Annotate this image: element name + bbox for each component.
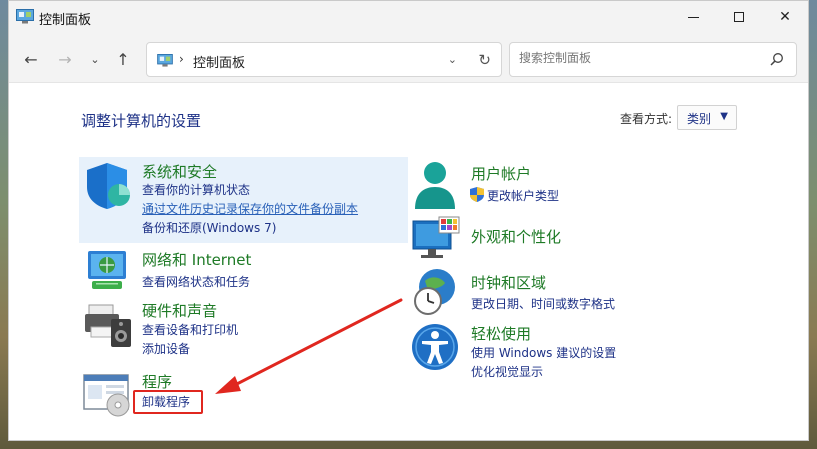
search-icon[interactable]: [770, 52, 784, 66]
category-network-internet[interactable]: 网络和 Internet: [142, 249, 251, 270]
accessibility-icon[interactable]: [411, 323, 459, 371]
category-system-security[interactable]: 系统和安全: [142, 161, 217, 182]
link-windows-suggested-settings[interactable]: 使用 Windows 建议的设置: [471, 344, 616, 361]
search-box[interactable]: [509, 42, 797, 77]
link-devices-printers[interactable]: 查看设备和打印机: [142, 321, 238, 338]
address-bar[interactable]: › 控制面板 ⌄ ↻: [146, 42, 502, 77]
control-panel-icon: [157, 54, 173, 67]
search-input[interactable]: [519, 51, 759, 65]
page-heading: 调整计算机的设置: [81, 112, 202, 130]
link-change-date-time-format[interactable]: 更改日期、时间或数字格式: [471, 295, 615, 312]
arrow-left-icon: ←: [24, 49, 38, 69]
link-change-account-type[interactable]: 更改帐户类型: [487, 187, 559, 204]
breadcrumb-control-panel[interactable]: 控制面板: [193, 52, 245, 71]
view-by-label: 查看方式:: [620, 112, 673, 126]
appearance-monitor-icon[interactable]: [411, 215, 461, 261]
programs-disc-icon[interactable]: [82, 371, 134, 417]
address-dropdown-icon[interactable]: ⌄: [448, 53, 457, 66]
back-button[interactable]: ←: [19, 47, 43, 71]
network-globe-icon[interactable]: [84, 247, 130, 293]
user-account-icon[interactable]: [412, 159, 458, 211]
link-file-history-backup[interactable]: 通过文件历史记录保存你的文件备份副本: [142, 200, 358, 217]
category-ease-of-access[interactable]: 轻松使用: [471, 323, 531, 344]
chevron-down-icon: ⌄: [90, 52, 100, 66]
close-button[interactable]: ✕: [762, 1, 808, 33]
view-by-value: 类别: [687, 112, 712, 126]
clock-globe-icon[interactable]: [411, 267, 459, 317]
category-clock-region[interactable]: 时钟和区域: [471, 272, 546, 293]
title-bar: 控制面板 ✕: [9, 1, 808, 33]
link-network-status[interactable]: 查看网络状态和任务: [142, 273, 250, 290]
maximize-button[interactable]: [716, 1, 762, 33]
category-user-accounts[interactable]: 用户帐户: [471, 163, 531, 184]
close-icon: ✕: [779, 9, 791, 25]
category-programs[interactable]: 程序: [142, 371, 172, 392]
link-backup-restore-win7[interactable]: 备份和还原(Windows 7): [142, 219, 276, 236]
forward-button[interactable]: →: [53, 47, 77, 71]
refresh-icon[interactable]: ↻: [478, 51, 491, 69]
up-button[interactable]: ↑: [111, 47, 135, 71]
window-title: 控制面板: [39, 13, 92, 28]
uac-shield-icon: [470, 187, 484, 202]
arrow-right-icon: →: [58, 49, 72, 69]
annotation-highlight-box: [133, 390, 203, 414]
category-appearance-personalization[interactable]: 外观和个性化: [471, 226, 561, 247]
control-panel-icon: [16, 9, 34, 24]
dropdown-caret-icon: ▼: [720, 111, 728, 122]
minimize-button[interactable]: [670, 1, 716, 33]
link-add-device[interactable]: 添加设备: [142, 340, 190, 357]
control-panel-window: 控制面板 ✕ ← → ⌄ ↑ › 控制面板 ⌄ ↻ 搜索控制面板 调整计算机的设…: [8, 0, 809, 441]
arrow-up-icon: ↑: [116, 49, 130, 69]
recent-locations-button[interactable]: ⌄: [83, 47, 107, 71]
maximize-icon: [734, 12, 744, 22]
security-shield-icon[interactable]: [83, 161, 131, 211]
category-hardware-sound[interactable]: 硬件和声音: [142, 300, 217, 321]
minimize-icon: [687, 16, 699, 18]
view-by-dropdown[interactable]: 类别 ▼: [677, 105, 737, 130]
printer-speaker-icon[interactable]: [83, 301, 133, 349]
breadcrumb-separator: ›: [179, 52, 184, 66]
address-toolbar: ← → ⌄ ↑ › 控制面板 ⌄ ↻: [9, 33, 808, 83]
link-view-computer-status[interactable]: 查看你的计算机状态: [142, 181, 250, 198]
link-optimize-visual-display[interactable]: 优化视觉显示: [471, 363, 543, 380]
